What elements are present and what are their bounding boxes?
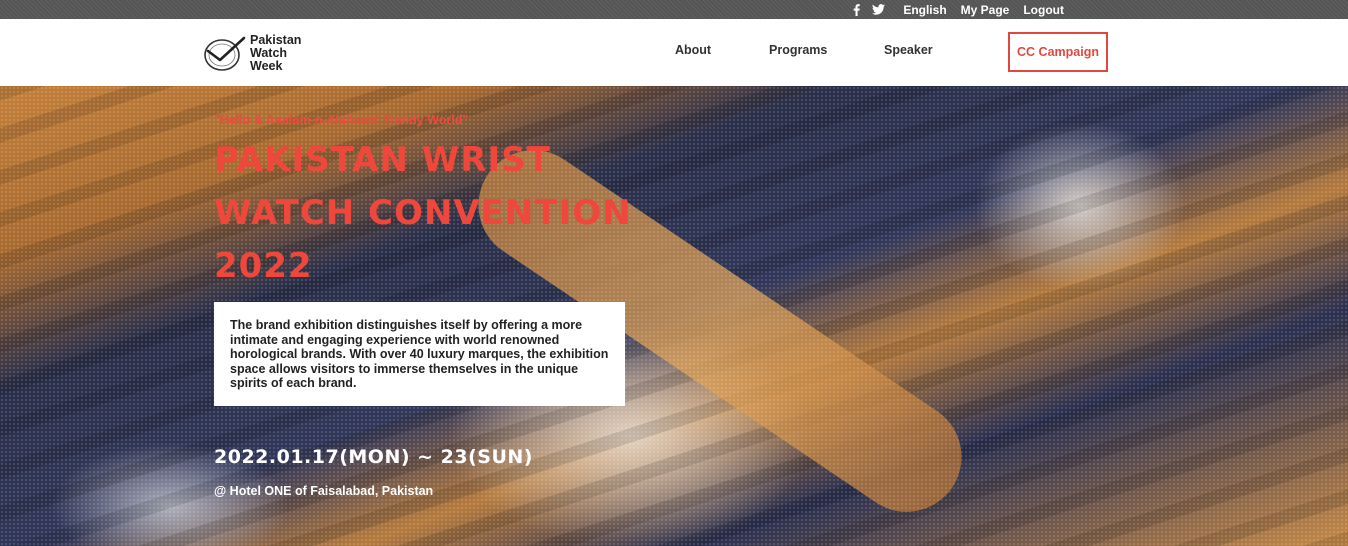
hero-tagline: "Hello & Asalam-o-Alaikum! Trendy World" (214, 113, 469, 127)
watch-logo-icon (204, 36, 246, 71)
logo-line: Week (250, 58, 283, 73)
nav-speaker[interactable]: Speaker (884, 43, 933, 57)
hero-title: PAKISTAN WRIST WATCH CONVENTION 2022 (214, 140, 632, 286)
cc-campaign-button[interactable]: CC Campaign (1008, 32, 1108, 72)
twitter-icon[interactable] (872, 4, 886, 15)
logo-line: Watch (250, 45, 288, 60)
nav-programs[interactable]: Programs (769, 43, 827, 57)
hero-banner: "Hello & Asalam-o-Alaikum! Trendy World"… (0, 86, 1348, 546)
main-header: Pakistan Watch Week About Programs Speak… (0, 19, 1348, 86)
language-link[interactable]: English (903, 3, 946, 17)
top-utility-bar: English My Page Logout (0, 0, 1348, 19)
social-links (853, 3, 886, 16)
logout-link[interactable]: Logout (1023, 3, 1064, 17)
logo-line: Pakistan (250, 32, 302, 47)
event-venue: @ Hotel ONE of Faisalabad, Pakistan (214, 484, 434, 498)
facebook-icon[interactable] (853, 3, 861, 16)
logo-text: Pakistan Watch Week (250, 32, 320, 73)
my-page-link[interactable]: My Page (961, 3, 1010, 17)
site-logo[interactable]: Pakistan Watch Week (202, 33, 320, 73)
event-date: 2022.01.17(MON) ~ 23(SUN) (214, 446, 533, 468)
utility-links: English My Page Logout (853, 0, 1064, 19)
nav-about[interactable]: About (675, 43, 711, 57)
hero-description: The brand exhibition distinguishes itsel… (214, 302, 625, 406)
